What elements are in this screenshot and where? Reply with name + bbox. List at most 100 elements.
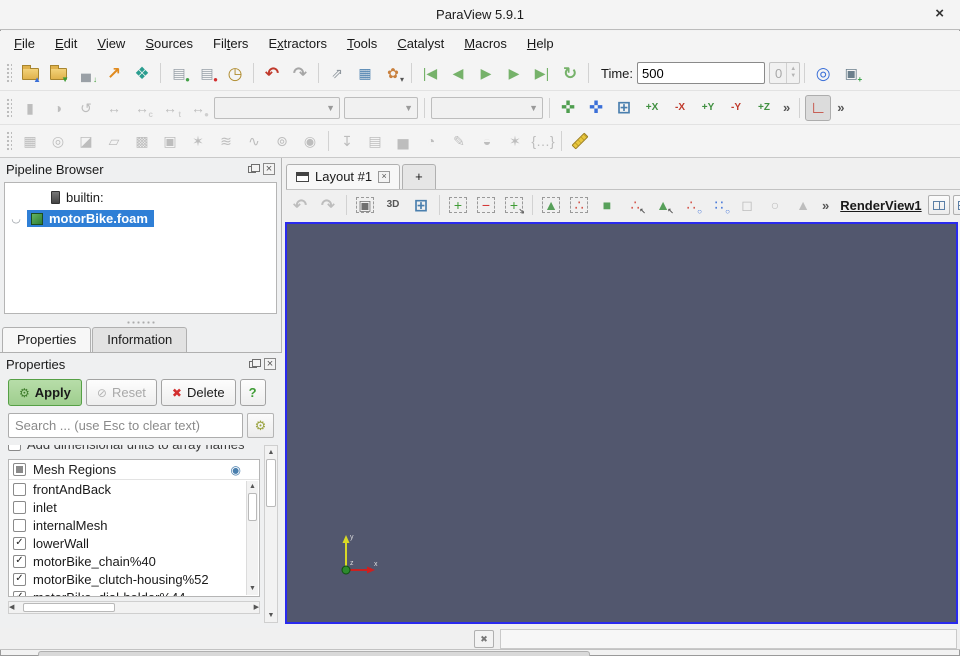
view-overflow-chevron[interactable]: » — [817, 198, 834, 213]
axes-overflow-chevron[interactable]: » — [832, 100, 849, 115]
menu-help[interactable]: Help — [517, 33, 564, 54]
mesh-region-row[interactable]: inlet — [9, 498, 259, 516]
last-frame-button[interactable]: ▶| — [529, 60, 555, 86]
extract-block-button[interactable]: ◉ — [297, 128, 323, 154]
search-input[interactable] — [8, 413, 243, 438]
hover-points-button[interactable]: ∴○ — [678, 192, 704, 218]
help-button[interactable]: ? — [240, 379, 266, 406]
scroll-up-icon[interactable]: ▲ — [265, 446, 277, 459]
mesh-regions-combo-icon[interactable]: ◉ — [231, 463, 241, 477]
mesh-region-row[interactable]: ✓motorBike_clutch-housing%52 — [9, 570, 259, 588]
previous-frame-button[interactable]: ◀ — [445, 60, 471, 86]
color-legend-toggle[interactable]: ▮ — [17, 95, 43, 121]
scroll-left-icon[interactable]: ◀ — [9, 602, 14, 614]
pipeline-item-motorbike[interactable]: ◡ motorBike.foam — [5, 208, 276, 229]
toolbar-grip[interactable] — [6, 98, 12, 118]
render-viewport[interactable]: y x z — [285, 222, 958, 624]
mesh-regions-tristate-checkbox[interactable] — [13, 463, 26, 476]
render-view-title[interactable]: RenderView1 — [840, 198, 921, 213]
change-input-button[interactable]: ⇗ — [324, 60, 350, 86]
mesh-region-checkbox[interactable] — [13, 519, 26, 532]
clip-filter-button[interactable]: ◪ — [73, 128, 99, 154]
mesh-region-checkbox[interactable]: ✓ — [13, 537, 26, 550]
menu-tools[interactable]: Tools — [337, 33, 387, 54]
color-by-combo[interactable]: ▼ — [214, 97, 340, 119]
rescale-data-range-button[interactable]: ↔ — [101, 95, 127, 121]
disconnect-server-button[interactable]: ▤● — [194, 60, 220, 86]
next-frame-button[interactable]: ▶ — [501, 60, 527, 86]
mesh-region-row[interactable]: ✓lowerWall — [9, 534, 259, 552]
toolbar-grip[interactable] — [6, 131, 12, 151]
select-cells-polygon-button[interactable]: ▲ — [538, 192, 564, 218]
color-palette-button[interactable]: ✿▾ — [380, 60, 406, 86]
mesh-region-checkbox[interactable]: ✓ — [13, 573, 26, 586]
extract-subset-button[interactable]: ▣ — [157, 128, 183, 154]
mesh-region-row[interactable]: internalMesh — [9, 516, 259, 534]
rescale-visible-range-button[interactable]: ↔● — [185, 95, 211, 121]
select-frustum-button[interactable]: +↘ — [501, 192, 527, 218]
mesh-region-row[interactable]: ✓motorBike_dial-holder%44 — [9, 588, 259, 597]
zoom-to-box-button[interactable]: ⊞ — [611, 95, 637, 121]
menu-view[interactable]: View — [87, 33, 135, 54]
panel-splitter[interactable] — [0, 318, 282, 326]
mesh-region-row[interactable]: frontAndBack — [9, 480, 259, 498]
programmable-filter-button[interactable]: {…} — [530, 128, 556, 154]
interactive-select-cells-button[interactable]: ▲↖ — [650, 192, 676, 218]
toolbar-grip[interactable] — [6, 63, 12, 83]
menu-edit[interactable]: Edit — [45, 33, 87, 54]
camera-undo-button[interactable]: ↶ — [287, 192, 313, 218]
histogram-button[interactable]: ▅ — [390, 128, 416, 154]
mesh-region-checkbox[interactable]: ✓ — [13, 555, 26, 568]
glyph-filter-button[interactable]: ✶ — [185, 128, 211, 154]
warp-by-vector-button[interactable]: ∿ — [241, 128, 267, 154]
save-data-button[interactable]: ▼ — [45, 60, 71, 86]
open-button[interactable]: ▲ — [17, 60, 43, 86]
separate-color-map-button[interactable]: ↺ — [73, 95, 99, 121]
dock-close-icon[interactable]: × — [264, 358, 276, 370]
slice-filter-button[interactable]: ▱ — [101, 128, 127, 154]
time-step-spin[interactable]: 0▲▼ — [769, 62, 800, 84]
clipped-option-checkbox[interactable] — [8, 445, 21, 451]
probe-location-button[interactable]: ↧ — [334, 128, 360, 154]
add-camera-link-button[interactable]: ▣+ — [838, 60, 864, 86]
redo-button[interactable]: ↷ — [287, 60, 313, 86]
set-view-plus-x-button[interactable]: +X — [639, 95, 665, 121]
threshold-filter-button[interactable]: ▩ — [129, 128, 155, 154]
set-view-plus-z-button[interactable]: +Z — [751, 95, 777, 121]
center-axes-visibility-toggle[interactable]: ∟ — [805, 95, 831, 121]
undo-button[interactable]: ↶ — [259, 60, 285, 86]
mesh-regions-header[interactable]: Mesh Regions ◉ — [9, 460, 259, 480]
set-view-plus-y-button[interactable]: +Y — [695, 95, 721, 121]
mesh-list-vertical-scrollbar[interactable]: ▲ ▼ — [246, 481, 258, 595]
set-view-minus-y-button[interactable]: -Y — [723, 95, 749, 121]
time-input[interactable] — [637, 62, 765, 84]
scroll-down-icon[interactable]: ▼ — [265, 609, 277, 622]
layout-tab-close-icon[interactable]: × — [378, 171, 390, 183]
dock-float-icon[interactable] — [249, 361, 257, 368]
extract-time-steps-button[interactable]: ✶ — [502, 128, 528, 154]
menu-filters[interactable]: Filters — [203, 33, 258, 54]
scroll-thumb[interactable] — [266, 459, 276, 507]
representation-combo[interactable]: ▼ — [431, 97, 543, 119]
hover-cells-button[interactable]: ∷○ — [706, 192, 732, 218]
view-zoom-to-box-button[interactable]: ⊞ — [408, 192, 434, 218]
scroll-thumb[interactable] — [248, 493, 257, 521]
auto-apply-button[interactable]: ▦ — [352, 60, 378, 86]
extract-selection-button[interactable]: ▤ — [362, 128, 388, 154]
plot-over-time-button[interactable]: ◔ — [418, 128, 444, 154]
mesh-region-checkbox[interactable] — [13, 483, 26, 496]
select-points-polygon-button[interactable]: ∴ — [566, 192, 592, 218]
edit-color-map-button[interactable]: ◑ — [45, 95, 71, 121]
select-block-button[interactable]: ■ — [594, 192, 620, 218]
component-combo[interactable]: ▼ — [344, 97, 418, 119]
tab-layout-1[interactable]: Layout #1 × — [286, 164, 400, 189]
window-close-button[interactable]: × — [935, 6, 944, 21]
plot-over-line-button[interactable]: ✎ — [446, 128, 472, 154]
menu-catalyst[interactable]: Catalyst — [387, 33, 454, 54]
calculator-filter-button[interactable]: ▦ — [17, 128, 43, 154]
play-button[interactable]: ▶ — [473, 60, 499, 86]
menu-extractors[interactable]: Extractors — [258, 33, 337, 54]
properties-vertical-scrollbar[interactable]: ▲ ▼ — [264, 445, 278, 623]
scroll-down-icon[interactable]: ▼ — [247, 583, 258, 595]
save-file-button[interactable]: ▄↓ — [73, 60, 99, 86]
